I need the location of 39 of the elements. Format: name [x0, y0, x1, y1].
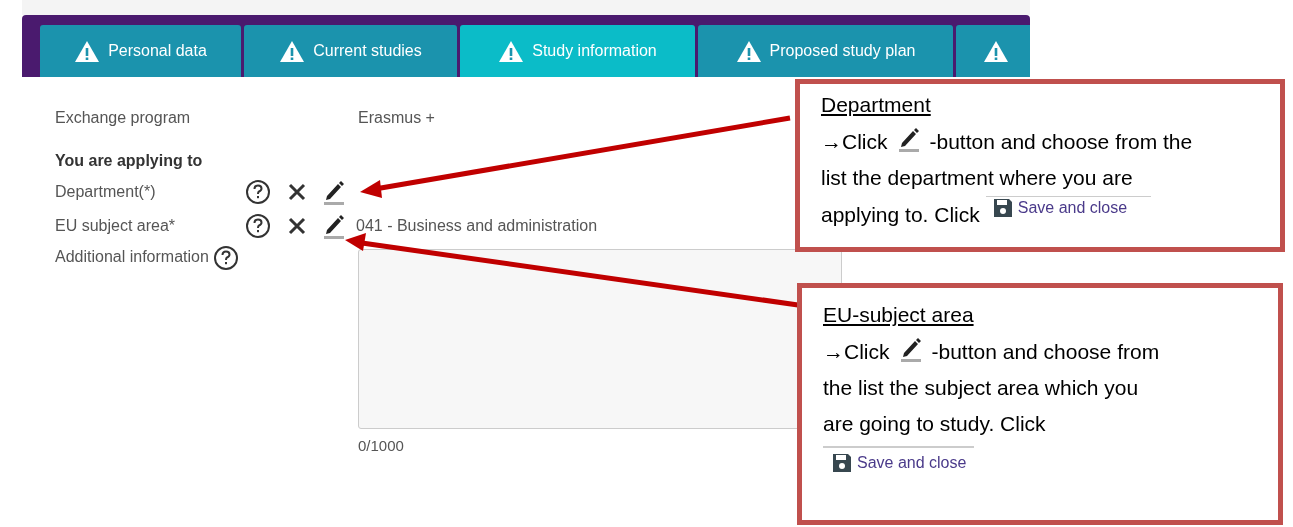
warning-icon: [74, 39, 101, 63]
tab[interactable]: Study information: [460, 25, 695, 77]
edit-icon[interactable]: [897, 126, 920, 152]
instruction-text: -button and choose from the: [929, 129, 1193, 155]
tab[interactable]: [956, 25, 1030, 77]
edit-icon[interactable]: [323, 179, 345, 205]
save-and-close-button[interactable]: Save and close: [823, 446, 975, 474]
callout-title: EU-subject area: [823, 303, 974, 326]
warning-icon: [735, 39, 762, 63]
edit-icon[interactable]: [323, 213, 345, 239]
character-counter: 0/1000: [358, 436, 405, 456]
clear-icon[interactable]: [287, 182, 307, 202]
instruction-text: -button and choose from: [931, 339, 1160, 365]
warning-icon: [498, 39, 525, 63]
tab[interactable]: Current studies: [244, 25, 457, 77]
callout-title: Department: [821, 93, 931, 116]
instruction-text: list the department where you are: [821, 165, 1133, 191]
tab[interactable]: Proposed study plan: [698, 25, 953, 77]
field-label: Additional information: [55, 247, 209, 267]
field-value: 041 - Business and administration: [356, 216, 598, 236]
help-icon[interactable]: [245, 213, 271, 239]
instruction-text: the list the subject area which you: [823, 375, 1139, 401]
field-label: Department(*): [55, 182, 157, 202]
field-value: Erasmus +: [358, 108, 435, 128]
instruction-text: →Click: [821, 129, 888, 155]
edit-icon[interactable]: [899, 336, 922, 362]
instruction-text: are going to study. Click: [823, 411, 1046, 437]
field-label: EU subject area*: [55, 216, 177, 236]
clear-icon[interactable]: [287, 216, 307, 236]
help-icon[interactable]: [212, 245, 239, 271]
help-icon[interactable]: [245, 179, 271, 205]
warning-icon: [279, 39, 306, 63]
save-and-close-button[interactable]: Save and close: [985, 196, 1152, 219]
warning-icon: [983, 39, 1009, 63]
instruction-text: applying to. Click: [821, 202, 980, 228]
section-heading: You are applying to: [55, 151, 203, 171]
field-label: Exchange program: [55, 108, 192, 128]
tab[interactable]: Personal data: [40, 25, 241, 77]
instruction-text: →Click: [823, 339, 890, 365]
